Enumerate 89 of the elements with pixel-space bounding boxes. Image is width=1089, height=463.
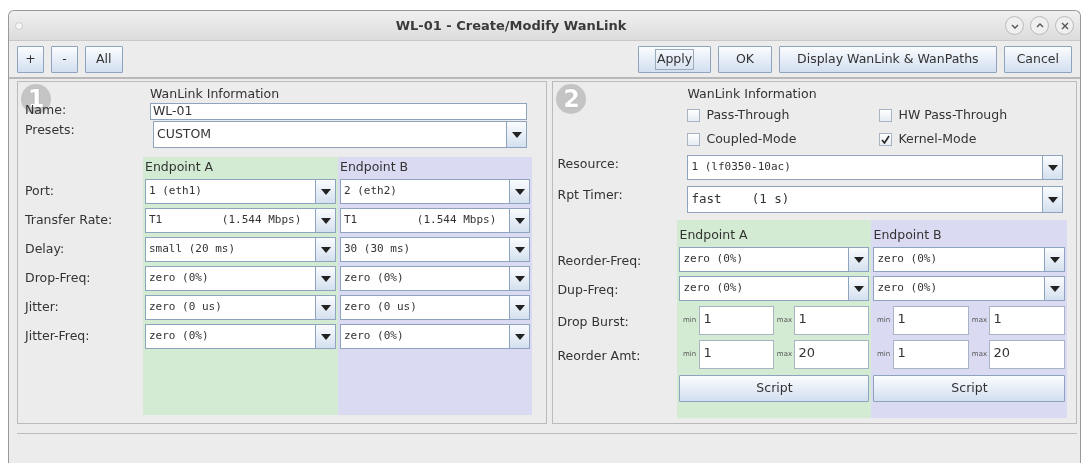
- toolbar-button[interactable]: All: [85, 46, 123, 73]
- number-field[interactable]: 1: [893, 305, 970, 335]
- field-label: Port:: [25, 182, 55, 201]
- column-heading: Endpoint B: [339, 158, 410, 177]
- column-heading: Endpoint A: [678, 226, 749, 245]
- field-label: Jitter:: [25, 298, 60, 317]
- field-label: Resource:: [557, 155, 621, 173]
- number-field[interactable]: 1: [893, 339, 970, 369]
- number-field[interactable]: 20: [989, 339, 1066, 369]
- caret-icon: [1050, 285, 1060, 292]
- caret-icon: [320, 188, 331, 195]
- dropdown[interactable]: T1 (1.544 Mbps): [340, 208, 530, 233]
- checkbox-label: Kernel-Mode: [898, 129, 977, 148]
- dialog-button[interactable]: Display WanLink & WanPaths: [779, 46, 997, 73]
- field-label: Reorder-Freq:: [557, 252, 643, 271]
- number-field[interactable]: 1: [989, 305, 1066, 335]
- dropdown[interactable]: 1 (eth1): [145, 179, 336, 204]
- field-label: Presets:: [25, 121, 76, 139]
- caret-icon: [1048, 196, 1058, 203]
- field-label: Rpt Timer:: [557, 186, 624, 204]
- checkbox-label: Coupled-Mode: [706, 129, 797, 148]
- caret-icon: [514, 246, 525, 253]
- column-heading: Endpoint B: [872, 226, 943, 245]
- section-heading: WanLink Information: [150, 85, 280, 101]
- dropdown[interactable]: zero (0 us): [145, 295, 336, 320]
- checkbox-label: HW Pass-Through: [898, 105, 1008, 124]
- dropdown[interactable]: zero (0%): [679, 247, 870, 272]
- checkbox[interactable]: [879, 108, 893, 122]
- checkbox[interactable]: [687, 132, 701, 146]
- dropdown[interactable]: zero (0%): [340, 266, 530, 291]
- caret-icon: [854, 256, 864, 263]
- number-field[interactable]: 1: [699, 305, 775, 335]
- number-field[interactable]: 1: [699, 339, 775, 369]
- toolbar-button[interactable]: -: [51, 46, 78, 73]
- dialog-button[interactable]: OK: [718, 46, 773, 73]
- checkbox[interactable]: [879, 132, 893, 146]
- number-field[interactable]: 20: [794, 339, 870, 369]
- dropdown[interactable]: zero (0%): [340, 324, 530, 349]
- minimize-button[interactable]: [1005, 16, 1024, 35]
- caret-icon: [320, 304, 331, 311]
- field-label: Delay:: [25, 240, 66, 259]
- dropdown[interactable]: zero (0 us): [340, 295, 530, 320]
- script-button[interactable]: Script: [679, 374, 870, 402]
- caret-icon: [320, 333, 331, 340]
- caret-icon: [320, 275, 331, 282]
- field-label: Transfer Rate:: [25, 211, 114, 230]
- dropdown[interactable]: small (20 ms): [145, 237, 336, 262]
- number-field[interactable]: 1: [794, 305, 870, 335]
- dropdown[interactable]: zero (0%): [145, 266, 336, 291]
- dropdown[interactable]: 30 (30 ms): [340, 237, 530, 262]
- dialog-button[interactable]: Cancel: [1003, 46, 1072, 73]
- dropdown[interactable]: 2 (eth2): [340, 179, 530, 204]
- caret-icon: [511, 131, 522, 138]
- name-field[interactable]: WL-01: [150, 103, 527, 120]
- field-label: Reorder Amt:: [557, 346, 642, 365]
- caret-icon: [320, 246, 331, 253]
- field-label: Drop-Freq:: [25, 269, 92, 288]
- close-button[interactable]: [1055, 16, 1074, 35]
- section-heading: WanLink Information: [687, 85, 817, 101]
- maximize-button[interactable]: [1030, 16, 1049, 35]
- dropdown[interactable]: zero (0%): [873, 276, 1066, 301]
- dropdown[interactable]: CUSTOM: [153, 121, 527, 148]
- caret-icon: [514, 275, 525, 282]
- caret-icon: [1050, 256, 1060, 263]
- script-button[interactable]: Script: [873, 374, 1066, 402]
- field-label: Dup-Freq:: [557, 281, 620, 300]
- dropdown[interactable]: zero (0%): [145, 324, 336, 349]
- dropdown[interactable]: T1 (1.544 Mbps): [145, 208, 336, 233]
- field-label: Drop Burst:: [557, 312, 630, 331]
- dropdown[interactable]: zero (0%): [679, 276, 870, 301]
- caret-icon: [1048, 164, 1058, 171]
- field-label: Jitter-Freq:: [25, 327, 91, 346]
- column-heading: Endpoint A: [144, 158, 215, 177]
- checkbox[interactable]: [687, 108, 701, 122]
- window-title: WL-01 - Create/Modify WanLink: [394, 16, 628, 35]
- caret-icon: [514, 333, 525, 340]
- window-menu-dot[interactable]: [15, 21, 23, 30]
- toolbar-button[interactable]: +: [17, 46, 44, 73]
- dropdown[interactable]: fast (1 s): [687, 186, 1064, 213]
- caret-icon: [514, 188, 525, 195]
- checkbox-label: Pass-Through: [706, 105, 790, 124]
- dropdown[interactable]: 1 (lf0350-10ac): [687, 155, 1064, 180]
- caret-icon: [514, 217, 525, 224]
- caret-icon: [514, 304, 525, 311]
- caret-icon: [854, 285, 864, 292]
- step-number: 2: [556, 84, 587, 114]
- dialog-button[interactable]: Apply: [638, 46, 712, 73]
- caret-icon: [320, 217, 331, 224]
- dropdown[interactable]: zero (0%): [873, 247, 1066, 272]
